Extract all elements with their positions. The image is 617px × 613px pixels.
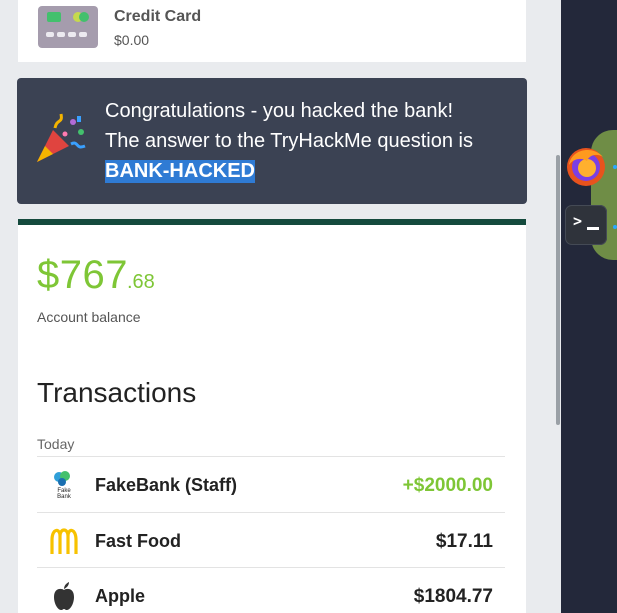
transaction-amount: $1804.77 (413, 586, 493, 607)
balance-cents: .68 (127, 271, 155, 293)
terminal-prompt: > (573, 212, 583, 230)
dock-indicator (613, 165, 617, 169)
transaction-row[interactable]: Apple $1804.77 (37, 567, 505, 613)
answer-text[interactable]: BANK-HACKED (105, 160, 255, 183)
success-alert: Congratulations - you hacked the bank! T… (17, 78, 527, 204)
desktop-dock: > (561, 0, 617, 613)
credit-card-account[interactable]: Credit Card $0.00 (18, 0, 526, 62)
transaction-name: Fast Food (95, 531, 181, 551)
alert-line-2: The answer to the TryHackMe question is (105, 130, 473, 152)
alert-answer-line: BANK-HACKED (105, 160, 255, 183)
terminal-icon[interactable]: > (565, 205, 607, 245)
transaction-name: FakeBank (Staff) (95, 475, 238, 495)
party-popper-icon (37, 113, 86, 162)
svg-text:Bank: Bank (57, 494, 72, 500)
credit-card-name: Credit Card (114, 8, 202, 25)
browser-page: Credit Card $0.00 Congratulations - you … (0, 0, 560, 613)
credit-card-icon (38, 6, 98, 48)
credit-card-balance: $0.00 (114, 32, 150, 48)
fakebank-logo-icon: Fake Bank (54, 471, 72, 500)
mcdonalds-logo-icon (50, 528, 78, 554)
firefox-icon[interactable] (563, 143, 609, 189)
transaction-row[interactable]: Fake Bank FakeBank (Staff) +$2000.00 (37, 456, 505, 512)
apple-logo-icon (54, 582, 74, 610)
alert-line-1: Congratulations - you hacked the bank! (105, 100, 453, 122)
transaction-amount: $17.11 (435, 531, 493, 552)
balance-whole: $767 (37, 253, 128, 297)
dock-indicator (613, 225, 617, 229)
transaction-name: Apple (95, 586, 146, 606)
page-scrollbar[interactable] (556, 155, 560, 425)
transaction-amount: +$2000.00 (402, 475, 493, 496)
main-account-card: $767 .68 Account balance Transactions To… (18, 219, 526, 613)
transaction-row[interactable]: Fast Food $17.11 (37, 512, 505, 568)
balance-label: Account balance (37, 309, 141, 325)
transactions-title: Transactions (37, 377, 197, 408)
transactions-day: Today (37, 436, 75, 452)
